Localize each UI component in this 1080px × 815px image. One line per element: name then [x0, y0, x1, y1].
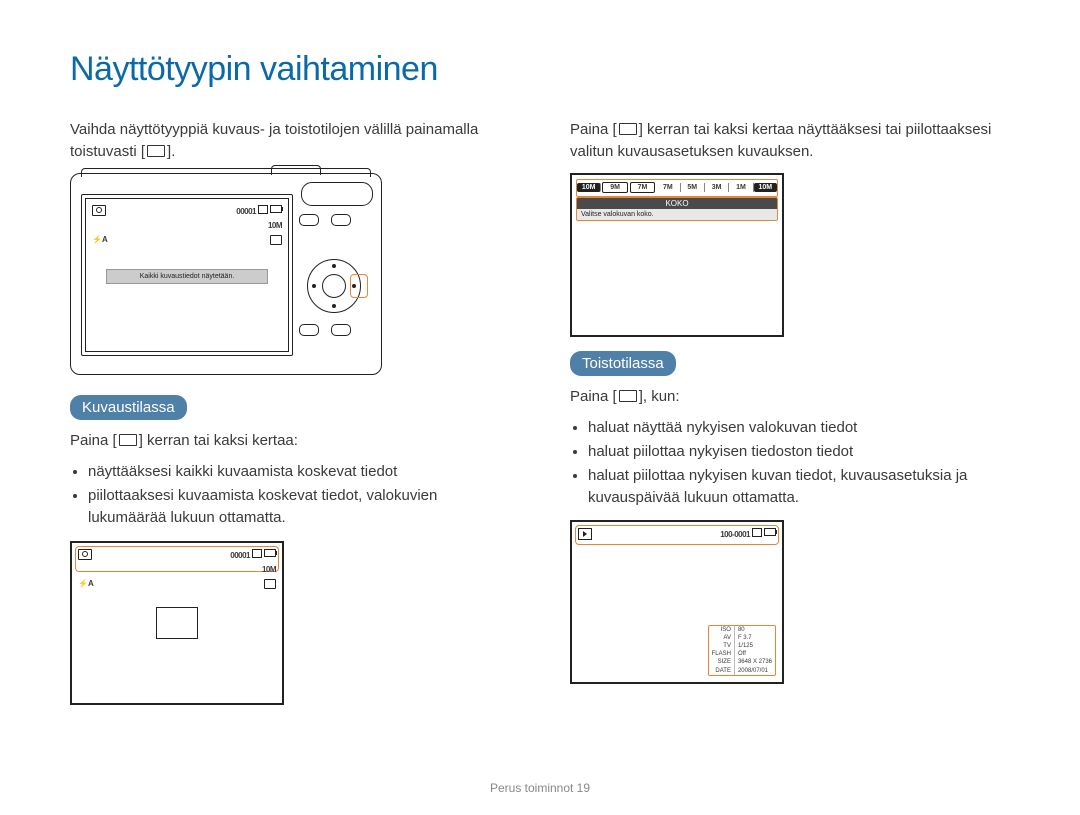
list-item: piilottaaksesi kuvaamista koskevat tiedo… — [88, 485, 510, 529]
info-label: SIZE — [709, 659, 735, 667]
left-press: Paina [] kerran tai kaksi kertaa: — [70, 430, 510, 452]
left-intro-text: Vaihda näyttötyyppiä kuvaus- ja toistoti… — [70, 121, 478, 160]
camera-top-edge — [81, 168, 371, 177]
info-value: 3648 X 2736 — [734, 659, 775, 667]
mode-dial — [301, 182, 373, 206]
shot-counter: 00001 — [230, 549, 276, 560]
right-bullets: haluat näyttää nykyisen valokuvan tiedot… — [570, 417, 1010, 508]
right-intro: Paina [] kerran tai kaksi kertaa näyttää… — [570, 119, 1010, 163]
info-label: FLASH — [709, 651, 735, 659]
size-option-bar: 10M 9M 7M 7M 5M 3M 1M 10M — [576, 179, 778, 197]
info-label: DATE — [709, 667, 735, 675]
left-bullets: näyttääksesi kaikki kuvaamista koskevat … — [70, 461, 510, 528]
page-footer: Perus toiminnot 19 — [0, 781, 1080, 795]
focus-frame — [156, 607, 198, 639]
flash-icon: ⚡A — [92, 235, 108, 244]
size-setting-screen: 10M 9M 7M 7M 5M 3M 1M 10M KOKO Valitse v… — [570, 173, 784, 337]
card-icon — [258, 205, 268, 214]
info-value: 2008/07/01 — [734, 667, 775, 675]
photo-info-box: ISO80 AVF 3.7 TV1/125 FLASHOff SIZE3648 … — [708, 625, 776, 676]
playback-mode-icon — [578, 528, 592, 540]
bottom-button-2 — [331, 324, 351, 336]
size-option: 5M — [681, 183, 705, 192]
size-option: 10M — [577, 183, 601, 192]
bottom-button-1 — [299, 324, 319, 336]
page-title: Näyttötyypin vaihtaminen — [70, 50, 1010, 89]
left-column: Vaihda näyttötyyppiä kuvaus- ja toistoti… — [70, 119, 510, 705]
info-value: Off — [734, 651, 775, 659]
display-button-icon — [119, 434, 137, 446]
display-button-icon — [619, 390, 637, 402]
lcd-overlay-message: Kaikki kuvaustiedot näytetään. — [106, 269, 268, 284]
list-item: haluat piilottaa nykyisen kuvan tiedot, … — [588, 465, 1010, 509]
top-button-1 — [299, 214, 319, 226]
shooting-screen-example: ⚡A 00001 10M — [70, 541, 284, 705]
battery-icon — [764, 528, 776, 536]
info-value: F 3.7 — [734, 634, 775, 642]
list-item: haluat piilottaa nykyisen tiedoston tied… — [588, 441, 1010, 463]
info-value: 80 — [734, 626, 775, 634]
display-button-icon — [147, 145, 165, 157]
size-option: 7M — [630, 182, 655, 193]
info-label: ISO — [709, 626, 735, 634]
right-press: Paina [], kun: — [570, 386, 1010, 408]
size-option: 10M — [754, 183, 777, 192]
battery-icon — [270, 205, 282, 213]
quality-icon — [264, 579, 276, 591]
camera-lcd: ⚡A 00001 10M Kaikki kuvaustiedot näytetä… — [81, 194, 293, 356]
resolution-label: 10M — [268, 221, 282, 230]
right-column: Paina [] kerran tai kaksi kertaa näyttää… — [570, 119, 1010, 705]
info-value: 1/125 — [734, 643, 775, 651]
size-option: 3M — [705, 183, 729, 192]
camera-lcd-inner: ⚡A 00001 10M Kaikki kuvaustiedot näytetä… — [85, 198, 289, 352]
size-option: 1M — [729, 183, 753, 192]
shot-counter: 00001 — [236, 205, 282, 216]
top-button-2 — [331, 214, 351, 226]
size-description: KOKO Valitse valokuvan koko. — [576, 197, 778, 221]
camera-top-bump — [271, 165, 321, 175]
file-counter: 100-0001 — [720, 528, 776, 539]
camera-mode-icon — [92, 205, 106, 216]
card-icon — [752, 528, 762, 537]
flash-icon: ⚡A — [78, 579, 94, 588]
shooting-mode-badge: Kuvaustilassa — [70, 395, 187, 420]
info-label: AV — [709, 634, 735, 642]
left-intro: Vaihda näyttötyyppiä kuvaus- ja toistoti… — [70, 119, 510, 163]
size-desc-text: Valitse valokuvan koko. — [577, 209, 777, 220]
camera-diagram: ⚡A 00001 10M Kaikki kuvaustiedot näytetä… — [70, 173, 382, 375]
list-item: haluat näyttää nykyisen valokuvan tiedot — [588, 417, 1010, 439]
quality-icon — [270, 235, 282, 247]
info-label: TV — [709, 643, 735, 651]
dpad-right-highlight — [350, 274, 368, 298]
left-intro-end: ]. — [167, 143, 175, 160]
card-icon — [252, 549, 262, 558]
size-desc-title: KOKO — [577, 198, 777, 209]
camera-mode-icon — [78, 549, 92, 560]
size-option: 9M — [602, 182, 627, 193]
list-item: näyttääksesi kaikki kuvaamista koskevat … — [88, 461, 510, 483]
resolution-label: 10M — [262, 565, 276, 574]
playback-mode-badge: Toistotilassa — [570, 351, 676, 376]
battery-icon — [264, 549, 276, 557]
size-option: 7M — [656, 183, 680, 192]
display-button-icon — [619, 123, 637, 135]
playback-screen-example: 100-0001 ISO80 AVF 3.7 TV1/125 FLASHOff … — [570, 520, 784, 684]
